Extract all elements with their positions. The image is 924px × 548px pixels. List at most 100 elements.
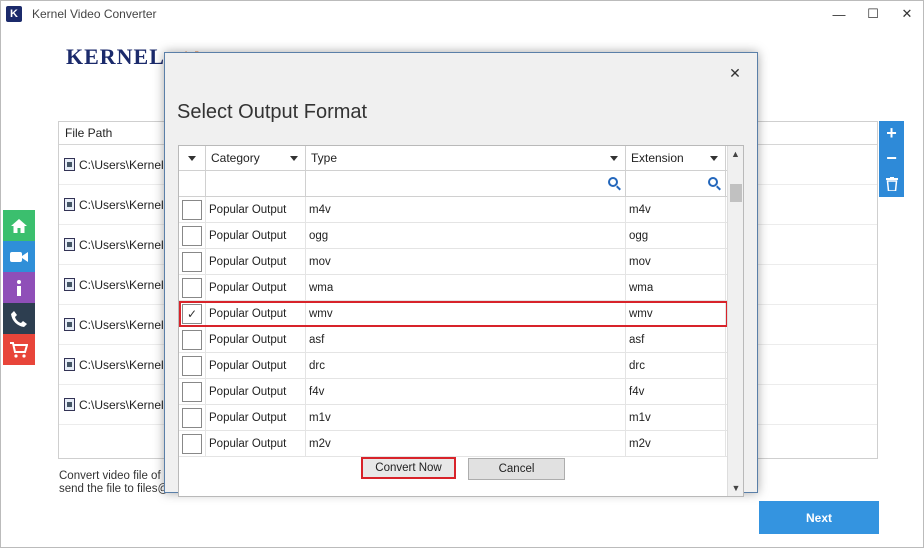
dialog-close-button[interactable]: ✕ [727, 65, 743, 81]
row-checkbox[interactable] [182, 225, 202, 246]
select-output-format-dialog: ✕ Select Output Format Category Type Ext… [164, 52, 758, 497]
table-row[interactable]: Popular Output mov mov [179, 249, 728, 275]
phone-icon [11, 310, 27, 327]
extension-cell: m2v [626, 431, 726, 456]
table-row[interactable]: Popular Output m2v m2v [179, 431, 728, 457]
video-file-icon [64, 318, 75, 331]
category-filter[interactable] [206, 171, 306, 196]
type-cell: wmv [306, 301, 626, 326]
file-path: C:\Users\Kernel32 [79, 317, 178, 332]
window-title: Kernel Video Converter [32, 7, 157, 21]
type-cell: ogg [306, 223, 626, 248]
extension-filter[interactable] [626, 171, 726, 196]
select-column-header[interactable] [179, 146, 206, 170]
file-path: C:\Users\Kernel32 [79, 397, 178, 412]
convert-now-button[interactable]: Convert Now [361, 457, 456, 479]
add-file-button[interactable]: + [879, 121, 904, 146]
type-cell: drc [306, 353, 626, 378]
chevron-down-icon [610, 156, 618, 161]
cart-icon [10, 341, 28, 358]
extension-cell: m4v [626, 197, 726, 222]
search-icon[interactable] [608, 177, 618, 187]
extension-cell: f4v [626, 379, 726, 404]
category-cell: Popular Output [206, 405, 306, 430]
scroll-down-icon[interactable]: ▼ [728, 480, 743, 496]
bottom-text-line2: send the file to files@ [59, 483, 170, 495]
category-cell: Popular Output [206, 327, 306, 352]
video-file-icon [64, 358, 75, 371]
maximize-button[interactable]: ☐ [856, 0, 890, 28]
type-cell: m4v [306, 197, 626, 222]
type-filter[interactable] [306, 171, 626, 196]
extension-cell: drc [626, 353, 726, 378]
logo-text: KERNEL [66, 44, 164, 69]
row-checkbox[interactable] [182, 407, 202, 428]
type-cell: m2v [306, 431, 626, 456]
extension-cell: mov [626, 249, 726, 274]
table-row[interactable]: ✓ Popular Output wmv wmv [179, 301, 728, 327]
type-column-header[interactable]: Type [306, 146, 626, 170]
scroll-thumb[interactable] [730, 184, 742, 202]
trash-icon [885, 176, 898, 191]
video-file-icon [64, 238, 75, 251]
extension-cell: wma [626, 275, 726, 300]
category-column-header[interactable]: Category [206, 146, 306, 170]
home-tab[interactable] [3, 210, 35, 241]
phone-tab[interactable] [3, 303, 35, 334]
chevron-down-icon [188, 156, 196, 161]
table-row[interactable]: Popular Output wma wma [179, 275, 728, 301]
category-cell: Popular Output [206, 431, 306, 456]
extension-header-label: Extension [631, 151, 684, 165]
vertical-scrollbar[interactable]: ▲ ▼ [727, 146, 743, 496]
category-cell: Popular Output [206, 275, 306, 300]
row-checkbox[interactable] [182, 251, 202, 272]
category-cell: Popular Output [206, 223, 306, 248]
app-logo-icon: K [6, 6, 22, 22]
cart-tab[interactable] [3, 334, 35, 365]
row-checkbox[interactable] [182, 355, 202, 376]
video-icon [10, 251, 28, 262]
video-file-icon [64, 198, 75, 211]
category-cell: Popular Output [206, 249, 306, 274]
chevron-down-icon [290, 156, 298, 161]
category-cell: Popular Output [206, 379, 306, 404]
type-header-label: Type [311, 151, 338, 165]
category-cell: Popular Output [206, 301, 306, 326]
table-row[interactable]: Popular Output m1v m1v [179, 405, 728, 431]
minimize-button[interactable]: — [822, 0, 856, 28]
close-button[interactable]: ✕ [890, 0, 924, 28]
bottom-text-line1: Convert video file of a [59, 470, 171, 482]
category-header-label: Category [211, 151, 260, 165]
row-checkbox[interactable] [182, 277, 202, 298]
chevron-down-icon [710, 156, 718, 161]
row-checkbox[interactable] [182, 381, 202, 402]
side-tabs [3, 210, 35, 365]
type-cell: wma [306, 275, 626, 300]
video-file-icon [64, 398, 75, 411]
table-row[interactable]: Popular Output asf asf [179, 327, 728, 353]
delete-button[interactable] [879, 171, 904, 196]
table-row[interactable]: Popular Output ogg ogg [179, 223, 728, 249]
video-tab[interactable] [3, 241, 35, 272]
next-button[interactable]: Next [759, 501, 879, 534]
type-cell: asf [306, 327, 626, 352]
extension-column-header[interactable]: Extension [626, 146, 726, 170]
cancel-button[interactable]: Cancel [468, 458, 565, 480]
table-row[interactable]: Popular Output f4v f4v [179, 379, 728, 405]
home-icon [11, 218, 27, 233]
row-checkbox[interactable]: ✓ [182, 303, 202, 324]
search-icon[interactable] [708, 177, 718, 187]
remove-file-button[interactable]: − [879, 146, 904, 171]
table-row[interactable]: Popular Output m4v m4v [179, 197, 728, 223]
row-checkbox[interactable] [182, 199, 202, 220]
video-file-icon [64, 278, 75, 291]
info-tab[interactable] [3, 272, 35, 303]
scroll-up-icon[interactable]: ▲ [728, 146, 743, 162]
table-row[interactable]: Popular Output drc drc [179, 353, 728, 379]
row-checkbox[interactable] [182, 433, 202, 454]
row-checkbox[interactable] [182, 329, 202, 350]
category-cell: Popular Output [206, 353, 306, 378]
type-cell: f4v [306, 379, 626, 404]
extension-cell: m1v [626, 405, 726, 430]
type-cell: m1v [306, 405, 626, 430]
